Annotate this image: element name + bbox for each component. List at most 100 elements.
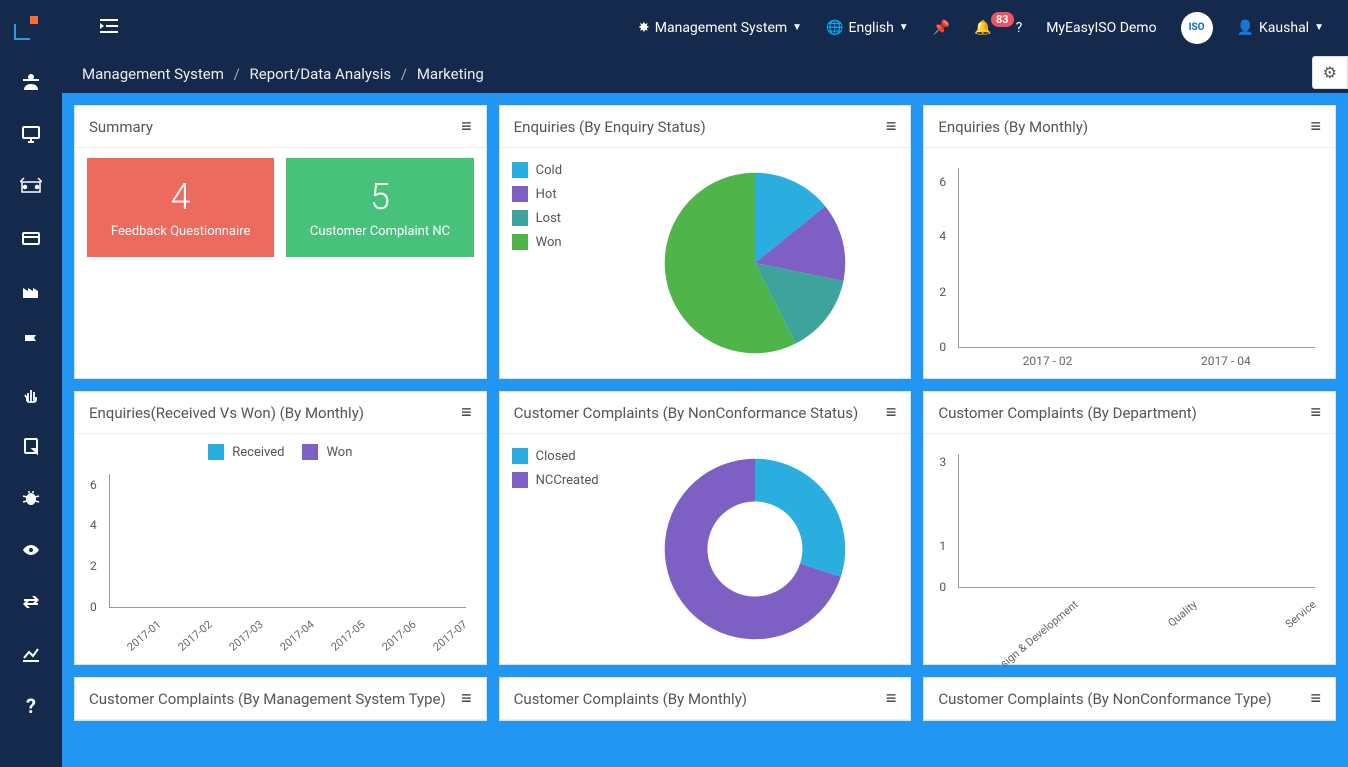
panel-menu-icon[interactable]: ≡ [886,688,897,709]
donut-chart [612,444,899,654]
tile-number: 4 [171,176,191,218]
topbar: ✸ Management System ▼ 🌐 English ▼ 📌 🔔 83… [0,0,1348,55]
ytick: 0 [939,340,946,354]
xtick: 2017 - 02 [958,354,1136,368]
pie-chart [612,158,899,368]
legend-label: NCCreated [536,473,599,488]
bar-chart: 0 2 4 6 [87,464,474,654]
sidebar: ? [0,55,62,767]
panel-menu-icon[interactable]: ≡ [461,402,472,423]
sidebar-item-hand[interactable] [19,382,43,406]
legend-label: Closed [536,449,576,464]
panel-title: Customer Complaints (By Department) [938,404,1197,422]
sidebar-item-flag[interactable] [19,330,43,354]
chevron-down-icon: ▼ [1314,22,1324,33]
sidebar-item-note[interactable] [19,434,43,458]
notifications-button[interactable]: 🔔 83 [962,20,1003,36]
gear-icon: ✸ [638,20,650,36]
language-dropdown[interactable]: 🌐 English ▼ [814,20,921,36]
ytick: 4 [939,229,946,243]
panel-enquiries-status: Enquiries (By Enquiry Status) ≡ Cold Hot… [499,105,912,379]
panel-title: Enquiries (By Monthly) [938,118,1088,136]
pin-icon: 📌 [933,20,950,36]
panel-cc-nc-status: Customer Complaints (By NonConformance S… [499,391,912,665]
legend-label: Hot [536,187,557,202]
gear-icon: ⚙ [1323,63,1337,82]
breadcrumb-item[interactable]: Management System [82,65,224,83]
sidebar-item-card[interactable] [19,226,43,250]
panel-cc-department: Customer Complaints (By Department) ≡ 0 … [923,391,1336,665]
panel-menu-icon[interactable]: ≡ [461,688,472,709]
swatch-icon [302,444,318,460]
swatch-icon [512,448,528,464]
tile-label: Customer Complaint NC [310,224,450,239]
xtick: 2017-07 [427,614,492,677]
breadcrumb: Management System / Report/Data Analysis… [62,55,1348,93]
ytick: 2 [90,559,97,573]
ytick: 6 [90,478,97,492]
question-icon: ? [26,694,36,718]
sidebar-item-bug[interactable] [19,486,43,510]
tile-customer-complaint-nc[interactable]: 5 Customer Complaint NC [286,158,473,257]
legend-label: Cold [536,163,562,178]
sidebar-item-chart[interactable] [19,642,43,666]
logo[interactable] [12,14,40,42]
ytick: 4 [90,518,97,532]
main: Management System / Report/Data Analysis… [62,55,1348,767]
chevron-down-icon: ▼ [792,22,802,33]
swatch-icon [512,186,528,202]
panel-enquiries-received-vs-won: Enquiries(Received Vs Won) (By Monthly) … [74,391,487,665]
ytick: 3 [939,455,946,469]
sidebar-item-components[interactable] [19,174,43,198]
legend-label: Lost [536,211,561,226]
panel-cc-mstype: Customer Complaints (By Management Syste… [74,677,487,721]
tile-feedback-questionnaire[interactable]: 4 Feedback Questionnaire [87,158,274,257]
panel-menu-icon[interactable]: ≡ [1310,116,1321,137]
xtick: 2017 - 04 [1137,354,1315,368]
panel-menu-icon[interactable]: ≡ [886,116,897,137]
management-system-dropdown[interactable]: ✸ Management System ▼ [626,20,814,36]
panel-menu-icon[interactable]: ≡ [1310,688,1321,709]
sidebar-item-transfer[interactable] [19,590,43,614]
user-name-label: Kaushal [1259,20,1309,36]
panel-title: Customer Complaints (By NonConformance S… [514,404,859,422]
sidebar-item-factory[interactable] [19,278,43,302]
dashboard-grid: Summary ≡ 4 Feedback Questionnaire 5 Cus… [62,93,1348,733]
panel-enquiries-monthly: Enquiries (By Monthly) ≡ 0 2 4 6 [923,105,1336,379]
sidebar-item-help[interactable]: ? [19,694,43,718]
question-icon: ? [1016,20,1023,36]
panel-title: Customer Complaints (By Monthly) [514,690,747,708]
ytick: 0 [939,580,946,594]
ytick: 2 [939,285,946,299]
panel-summary: Summary ≡ 4 Feedback Questionnaire 5 Cus… [74,105,487,379]
panel-menu-icon[interactable]: ≡ [1310,402,1321,423]
bell-icon: 🔔 [974,20,991,36]
demo-label: MyEasyISO Demo [1034,20,1168,36]
sidebar-item-monitor[interactable] [19,122,43,146]
breadcrumb-item[interactable]: Report/Data Analysis [250,65,392,83]
indent-icon[interactable] [100,18,118,37]
swatch-icon [512,472,528,488]
swatch-icon [512,234,528,250]
avatar[interactable]: ISO [1169,12,1225,44]
tile-label: Feedback Questionnaire [111,224,250,239]
ytick: 0 [90,600,97,614]
bar-chart: 0 1 3 sign & Development Quality [936,444,1323,654]
swatch-icon [208,444,224,460]
summary-tiles: 4 Feedback Questionnaire 5 Customer Comp… [87,158,474,257]
swatch-icon [512,162,528,178]
pin-button[interactable]: 📌 [921,20,962,36]
sidebar-item-eye[interactable] [19,538,43,562]
globe-icon: 🌐 [826,20,843,36]
help-button[interactable]: ? [1004,20,1035,36]
sidebar-item-user[interactable] [19,70,43,94]
legend: Cold Hot Lost Won [512,158,602,368]
ytick: 6 [939,175,946,189]
panel-menu-icon[interactable]: ≡ [461,116,472,137]
panel-title: Enquiries(Received Vs Won) (By Monthly) [89,404,364,422]
panel-menu-icon[interactable]: ≡ [886,402,897,423]
breadcrumb-item[interactable]: Marketing [417,65,484,83]
user-menu[interactable]: 👤 Kaushal ▼ [1225,20,1336,36]
legend-label: Won [536,235,562,250]
page-settings-button[interactable]: ⚙ [1312,56,1348,89]
